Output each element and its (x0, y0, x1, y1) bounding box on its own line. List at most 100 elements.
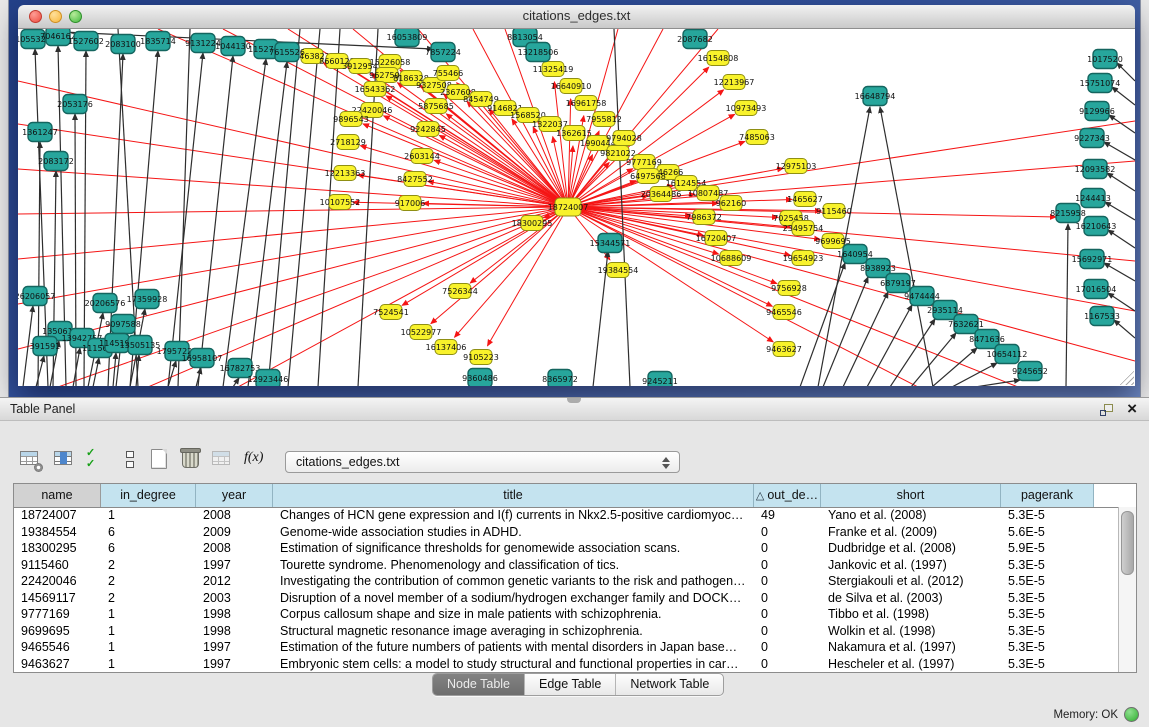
column-header-year[interactable]: year (196, 484, 273, 507)
graph-node-teal[interactable]: 17016504 (1076, 280, 1117, 299)
table-select[interactable]: citations_edges.txt (285, 451, 680, 473)
graph-node-teal[interactable]: 7857224 (425, 43, 461, 62)
column-header-short[interactable]: short (821, 484, 1001, 507)
citation-edge-black[interactable] (248, 62, 287, 386)
table-row[interactable]: 1830029562008Estimation of significance … (14, 540, 1119, 557)
citation-edge-black[interactable] (1104, 142, 1135, 160)
graph-node-yellow[interactable]: 11325419 (533, 62, 574, 77)
graph-node-yellow[interactable]: 16137406 (426, 340, 467, 355)
citation-edge-black[interactable] (867, 305, 912, 386)
graph-node-yellow[interactable]: 2603144 (404, 149, 440, 164)
graph-node-yellow[interactable]: 7485063 (739, 130, 775, 145)
citation-edge-black[interactable] (233, 378, 239, 386)
graph-node-teal[interactable]: 16053809 (387, 29, 428, 47)
graph-node-yellow[interactable]: 16961758 (566, 96, 607, 111)
graph-node-teal[interactable]: 15751074 (1080, 74, 1121, 93)
graph-node-teal[interactable]: 9245211 (642, 372, 678, 387)
column-header-name[interactable]: name (14, 484, 101, 507)
graph-node-teal[interactable]: 9227343 (1074, 129, 1110, 148)
graph-node-teal[interactable]: 1167533 (1084, 307, 1120, 326)
citation-edge-black[interactable] (890, 319, 935, 386)
graph-node-yellow[interactable]: 19384554 (598, 263, 639, 278)
citation-edge-black[interactable] (843, 292, 888, 386)
citation-edge-black[interactable] (113, 353, 116, 386)
graph-node-yellow[interactable]: 755466 (433, 66, 464, 81)
citation-edge-black[interactable] (168, 53, 203, 386)
graph-node-teal[interactable]: 2083100 (105, 35, 141, 54)
graph-node-yellow[interactable]: 917006 (395, 196, 426, 211)
new-document-icon[interactable] (146, 448, 172, 472)
citation-edge-black[interactable] (1104, 263, 1135, 281)
graph-node-teal[interactable]: 16648794 (855, 87, 896, 106)
graph-node-yellow[interactable]: 12213967 (714, 75, 755, 90)
graph-node-teal[interactable]: 16210643 (1076, 217, 1117, 236)
graph-node-teal[interactable]: 12093582 (1075, 160, 1116, 179)
column-select-icon[interactable] (52, 448, 78, 472)
graph-node-yellow[interactable]: 9463627 (766, 342, 802, 357)
citation-edge-black[interactable] (1066, 224, 1068, 386)
splitter-handle[interactable] (567, 398, 581, 403)
citation-edge-black[interactable] (178, 29, 190, 386)
citation-edge-red[interactable] (18, 207, 568, 259)
graph-node-teal[interactable]: 2087682 (677, 30, 713, 49)
table-row[interactable]: 1938455462009Genome-wide association stu… (14, 524, 1119, 541)
graph-node-teal[interactable]: 1244413 (1075, 189, 1111, 208)
minimize-window-button[interactable] (49, 10, 62, 23)
citation-edge-red[interactable] (360, 146, 568, 207)
graph-node-yellow[interactable]: 2718129 (330, 135, 366, 150)
graph-node-teal[interactable]: 391591 (30, 337, 61, 356)
graph-node-yellow[interactable]: 10688609 (711, 251, 752, 266)
column-header-title[interactable]: title (273, 484, 754, 507)
graph-node-yellow[interactable]: 10522977 (401, 325, 442, 340)
citation-edge-red[interactable] (568, 207, 1135, 361)
graph-node-teal[interactable]: 26206057 (18, 287, 55, 306)
graph-node-yellow[interactable]: 9242845 (410, 122, 446, 137)
graph-node-teal[interactable]: 8215958 (1050, 204, 1086, 223)
table-row[interactable]: 1456911722003Disruption of a novel membe… (14, 590, 1119, 607)
graph-node-yellow[interactable]: 9756928 (771, 281, 807, 296)
graph-node-yellow[interactable]: 9105223 (463, 350, 499, 365)
graph-node-yellow[interactable]: 10973493 (726, 101, 767, 116)
graph-node-teal[interactable]: 1017520 (1087, 50, 1123, 69)
table-row[interactable]: 1872400712008Changes of HCN gene express… (14, 507, 1119, 524)
graph-node-yellow[interactable]: 5875685 (418, 99, 454, 114)
graph-node-teal[interactable]: 2083172 (38, 152, 74, 171)
select-checks-icon[interactable]: ✓✓ (86, 448, 112, 472)
graph-node-teal[interactable]: 9245652 (1012, 362, 1048, 381)
window-titlebar[interactable]: citations_edges.txt (18, 5, 1135, 29)
column-header-out_de[interactable]: △out_de… (754, 484, 821, 507)
scrollbar-thumb[interactable] (1121, 511, 1134, 575)
tab-network-table[interactable]: Network Table (616, 674, 723, 695)
citation-edge-black[interactable] (36, 356, 44, 386)
close-panel-icon[interactable]: × (1127, 399, 1137, 419)
citation-edge-black[interactable] (288, 29, 320, 386)
graph-node-yellow[interactable]: 10107552 (320, 195, 361, 210)
row-height-icon[interactable] (118, 448, 144, 472)
delete-trash-icon[interactable] (178, 448, 204, 472)
graph-node-yellow[interactable]: 16640910 (551, 79, 592, 94)
citation-edge-black[interactable] (800, 263, 845, 386)
citation-edge-black[interactable] (93, 358, 99, 386)
table-row[interactable]: 977716911998Corpus callosum shape and si… (14, 606, 1119, 623)
citation-edge-black[interactable] (1108, 230, 1135, 248)
table-scrollbar[interactable] (1118, 507, 1136, 672)
graph-node-yellow[interactable]: 8427552 (397, 172, 433, 187)
table-row[interactable]: 946554611997Estimation of the future num… (14, 639, 1119, 656)
graph-node-yellow[interactable]: 16154808 (698, 51, 739, 66)
graph-node-yellow[interactable]: 962160 (716, 196, 747, 211)
graph-node-teal[interactable]: 9360486 (462, 369, 498, 387)
graph-node-teal[interactable]: 9129966 (1079, 102, 1115, 121)
table-row[interactable]: 911546021997Tourette syndrome. Phenomeno… (14, 557, 1119, 574)
table-row[interactable]: 969969511998Structural magnetic resonanc… (14, 623, 1119, 640)
table-row[interactable]: 946362711997Embryonic stem cells: a mode… (14, 656, 1119, 673)
citation-edge-red[interactable] (18, 207, 568, 214)
citation-edge-black[interactable] (1107, 173, 1135, 191)
table-settings-icon[interactable] (18, 448, 44, 472)
graph-node-teal[interactable]: 15692971 (1072, 250, 1113, 269)
graph-node-teal[interactable]: 20206576 (85, 294, 126, 313)
citation-network-graph[interactable]: 1872400774638228660123391295415226058962… (18, 29, 1135, 386)
tab-node-table[interactable]: Node Table (433, 674, 525, 695)
graph-node-teal[interactable]: 8365972 (542, 370, 578, 387)
citation-edge-black[interactable] (1105, 202, 1135, 220)
fx-icon[interactable]: f(x) (244, 450, 270, 474)
